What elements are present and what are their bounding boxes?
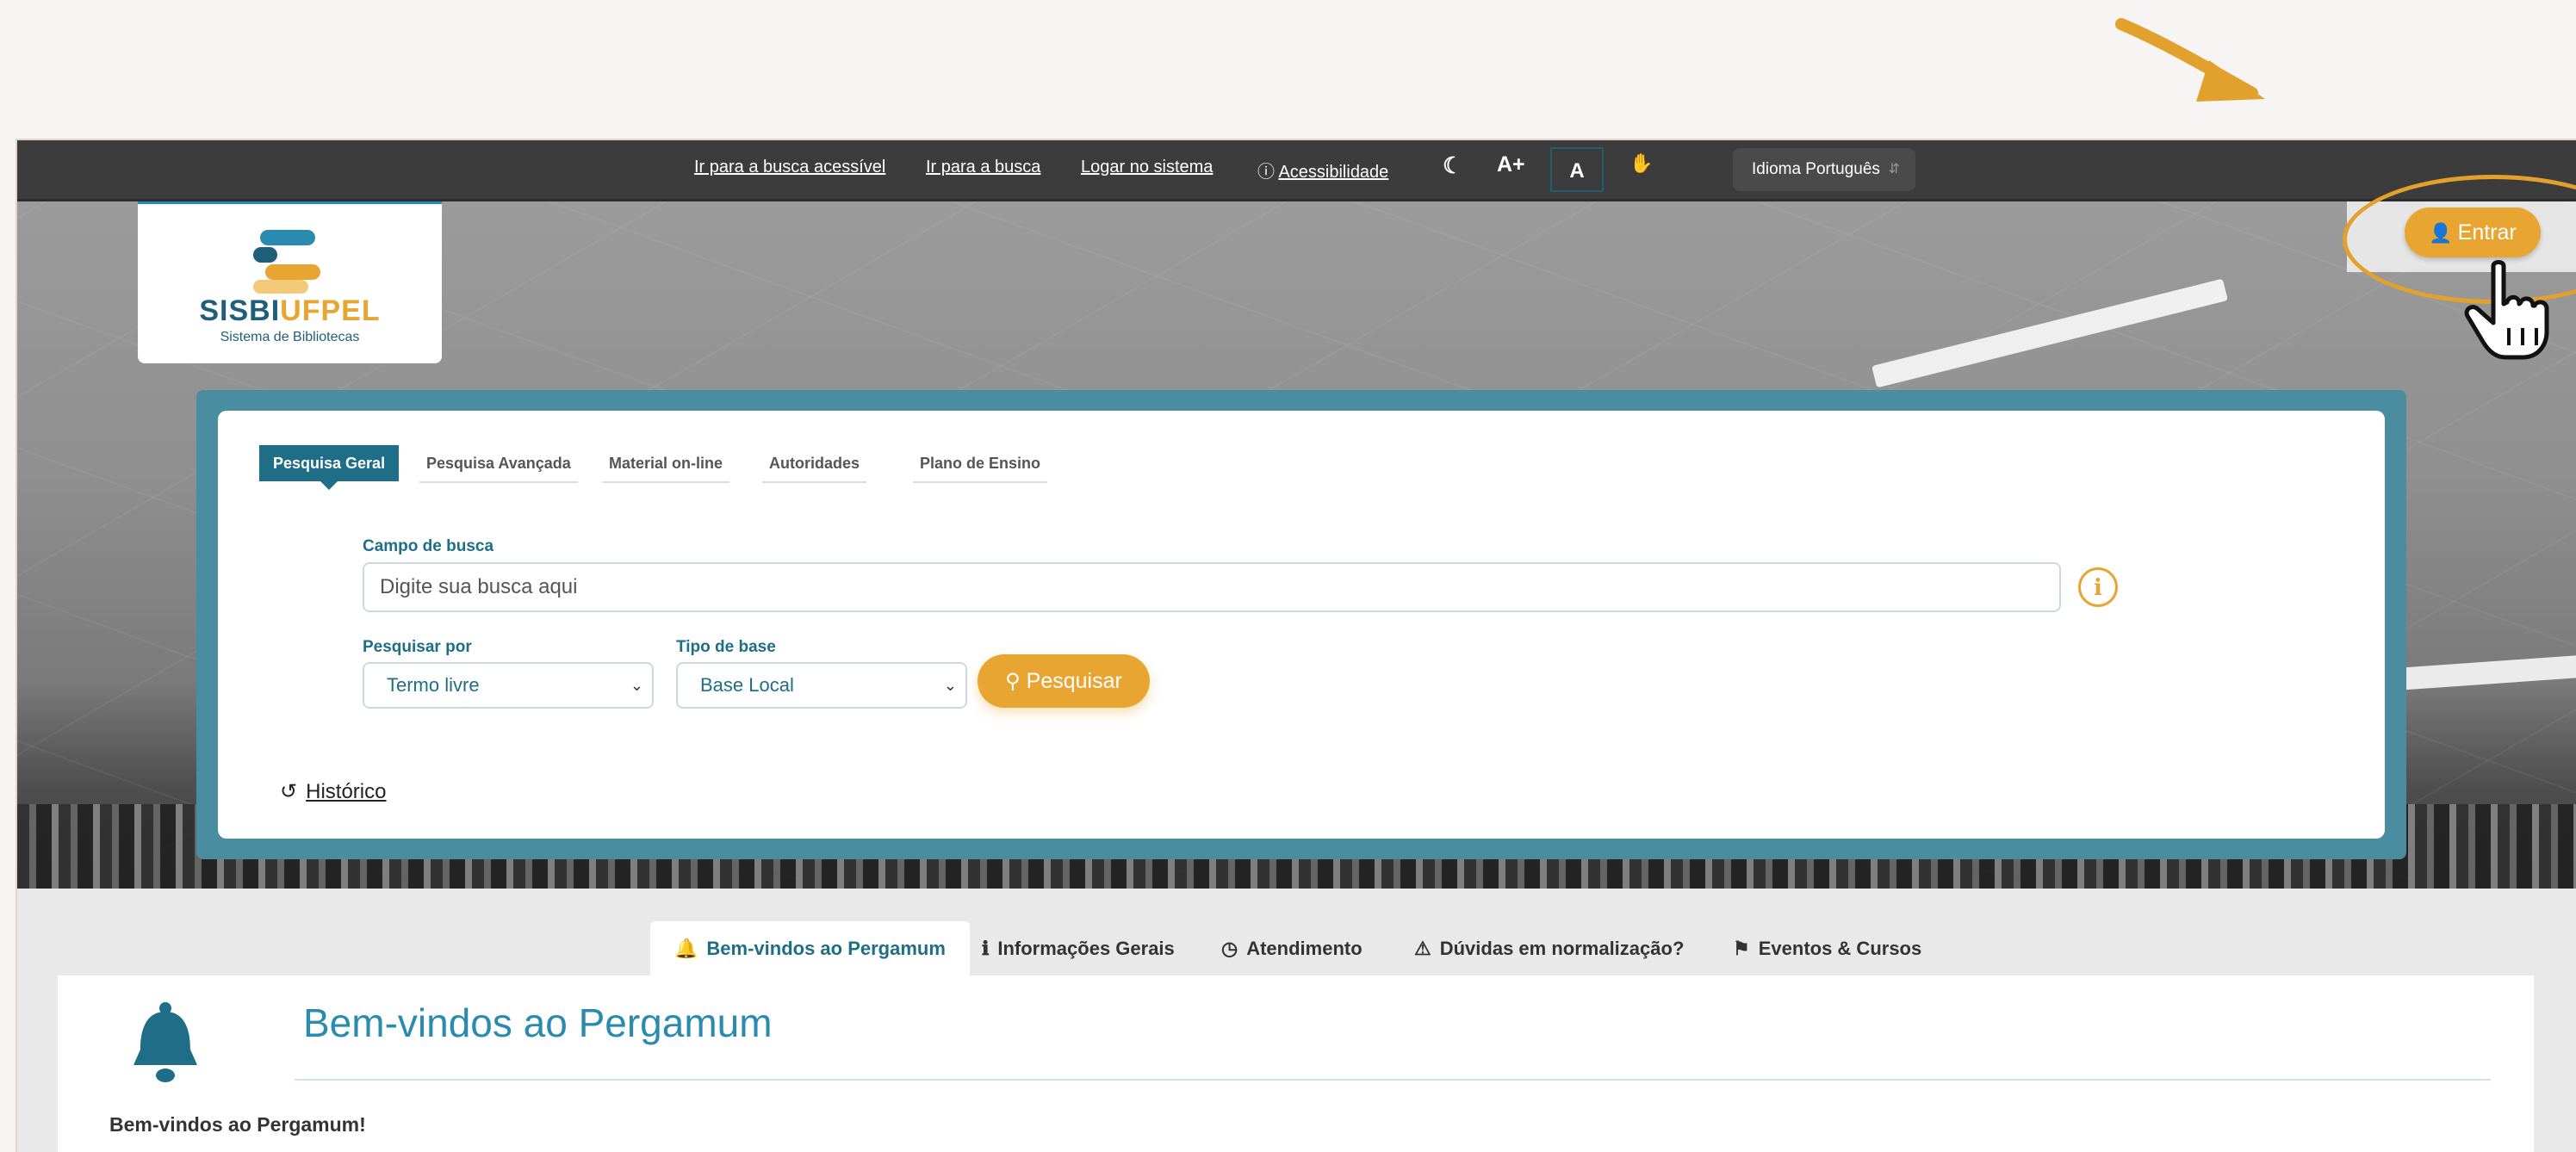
pesquisar-por-label: Pesquisar por bbox=[363, 638, 472, 656]
warning-icon: ⚠ bbox=[1414, 938, 1431, 959]
font-increase-button[interactable]: A+ bbox=[1497, 152, 1525, 177]
hand-pointer-cursor-icon bbox=[2464, 260, 2549, 360]
tab-informacoes-gerais-label: Informações Gerais bbox=[997, 938, 1175, 959]
content-title: Bem-vindos ao Pergamum bbox=[303, 1000, 773, 1045]
skip-to-accessible-search-link[interactable]: Ir para a busca acessível bbox=[694, 158, 885, 177]
tab-plano-de-ensino[interactable]: Plano de Ensino bbox=[913, 445, 1048, 483]
bookmark-icon: ⚑ bbox=[1733, 938, 1750, 959]
language-select[interactable]: Idioma Português ⇵ bbox=[1733, 148, 1915, 191]
tab-pesquisa-geral[interactable]: Pesquisa Geral bbox=[259, 445, 400, 490]
bell-icon bbox=[133, 1002, 197, 1082]
entrar-button[interactable]: 👤 Entrar bbox=[2405, 207, 2541, 257]
tab-material-online[interactable]: Material on-line bbox=[602, 445, 730, 483]
bell-icon: 🔔 bbox=[674, 938, 698, 959]
browser-viewport: Ir para a busca acessível Ir para a busc… bbox=[16, 139, 2576, 1152]
historico-label: Histórico bbox=[306, 780, 387, 803]
tab-autoridades[interactable]: Autoridades bbox=[762, 445, 867, 483]
info-icon: ℹ bbox=[982, 938, 990, 959]
login-system-link[interactable]: Logar no sistema bbox=[1081, 158, 1213, 177]
tipo-base-label: Tipo de base bbox=[676, 638, 776, 656]
tab-eventos-label: Eventos & Cursos bbox=[1758, 938, 1922, 959]
logo-title: SISBIUFPEL bbox=[138, 294, 442, 328]
pesquisar-por-select[interactable]: Termo livre ⌄ bbox=[363, 662, 654, 709]
tab-eventos-cursos[interactable]: ⚑ Eventos & Cursos bbox=[1733, 921, 1921, 975]
tab-bem-vindos-label: Bem-vindos ao Pergamum bbox=[706, 938, 946, 959]
tipo-base-select[interactable]: Base Local ⌄ bbox=[676, 662, 967, 709]
ceiling-light bbox=[1871, 278, 2228, 388]
info-circle-icon: ⓘ bbox=[1257, 163, 1275, 182]
sign-language-hand-icon[interactable]: ✋ bbox=[1629, 152, 1653, 175]
books-logo-icon bbox=[253, 230, 320, 294]
search-field-label: Campo de busca bbox=[363, 537, 494, 555]
search-input[interactable] bbox=[363, 562, 2061, 612]
user-lock-icon: 👤 bbox=[2429, 222, 2453, 244]
tipo-base-value: Base Local bbox=[700, 674, 794, 696]
contrast-toggle-button[interactable]: A bbox=[1550, 147, 1604, 192]
language-select-value: Idioma Português bbox=[1752, 160, 1880, 178]
logo-subtitle: Sistema de Bibliotecas bbox=[220, 330, 360, 344]
entrar-label: Entrar bbox=[2457, 220, 2517, 245]
pesquisar-por-value: Termo livre bbox=[387, 674, 480, 696]
welcome-text: Bem-vindos ao Pergamum! bbox=[109, 1113, 366, 1136]
skip-to-search-link[interactable]: Ir para a busca bbox=[926, 158, 1040, 177]
divider bbox=[295, 1079, 2491, 1081]
chevron-down-icon: ⌄ bbox=[630, 677, 643, 694]
info-section: 🔔 Bem-vindos ao Pergamum ℹ Informações Ger… bbox=[17, 889, 2576, 1152]
info-icon[interactable]: i bbox=[2078, 567, 2118, 607]
accessibility-link[interactable]: ⓘ Acessibilidade bbox=[1257, 158, 1388, 183]
tab-atendimento-label: Atendimento bbox=[1246, 938, 1362, 959]
tab-bem-vindos[interactable]: 🔔 Bem-vindos ao Pergamum bbox=[650, 921, 970, 975]
history-icon: ↺ bbox=[280, 780, 298, 803]
tab-informacoes-gerais[interactable]: ℹ Informações Gerais bbox=[982, 921, 1175, 975]
tab-duvidas-normalizacao[interactable]: ⚠ Dúvidas em normalização? bbox=[1414, 921, 1684, 975]
search-panel: Pesquisa Geral Pesquisa Avançada Materia… bbox=[218, 411, 2385, 839]
tab-pesquisa-avancada[interactable]: Pesquisa Avançada bbox=[419, 445, 578, 483]
content-panel: Bem-vindos ao Pergamum Bem-vindos ao Per… bbox=[58, 975, 2534, 1152]
tab-duvidas-label: Dúvidas em normalização? bbox=[1439, 938, 1685, 959]
pesquisar-button[interactable]: ⚲ Pesquisar bbox=[978, 654, 1150, 708]
logo-sisbi-text: SISBI bbox=[199, 294, 281, 327]
search-icon: ⚲ bbox=[1005, 670, 1021, 693]
dark-mode-moon-icon[interactable]: ☾ bbox=[1443, 152, 1462, 179]
logo-ufpel-text: UFPEL bbox=[280, 294, 381, 327]
clock-icon: ◷ bbox=[1221, 938, 1238, 959]
pesquisar-label: Pesquisar bbox=[1026, 669, 1122, 693]
tab-atendimento[interactable]: ◷ Atendimento bbox=[1221, 921, 1362, 975]
accessibility-bar: Ir para a busca acessível Ir para a busc… bbox=[17, 140, 2576, 201]
chevron-down-icon: ⌄ bbox=[943, 677, 957, 694]
select-caret-icon: ⇵ bbox=[1888, 162, 1900, 177]
historico-link[interactable]: ↺ Histórico bbox=[280, 779, 386, 804]
sisbi-logo[interactable]: SISBIUFPEL Sistema de Bibliotecas bbox=[138, 201, 442, 363]
annotation-arrow-icon bbox=[2115, 18, 2265, 102]
